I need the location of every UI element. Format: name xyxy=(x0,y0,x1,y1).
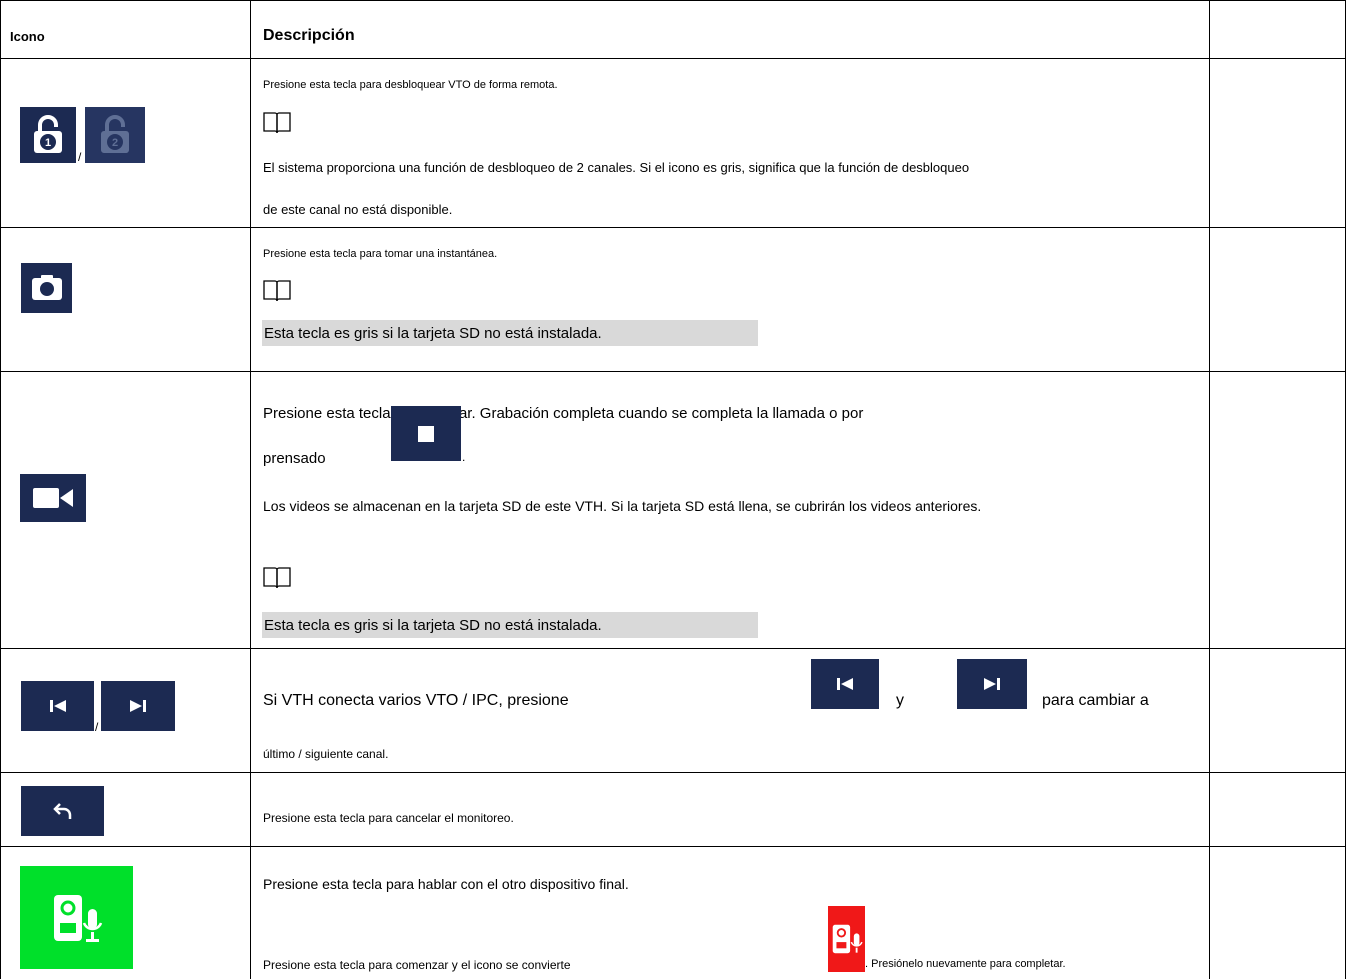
row-separator: / xyxy=(78,150,82,164)
row2-line1: Presione esta tecla para tomar una insta… xyxy=(263,248,498,260)
table-border xyxy=(0,0,1346,1)
table-border xyxy=(1209,0,1210,979)
table-border xyxy=(250,0,251,979)
header-icon: Icono xyxy=(10,29,45,44)
note-book-icon xyxy=(263,112,291,134)
row1-line3: de este canal no está disponible. xyxy=(263,202,453,217)
row3-line1: Presione esta tecla para grabar. Grabaci… xyxy=(263,405,864,422)
stop-square xyxy=(418,425,434,442)
svg-text:1: 1 xyxy=(45,137,51,149)
video-record-icon[interactable] xyxy=(20,474,86,522)
row3-period: . xyxy=(462,450,466,464)
row3-line4: Esta tecla es gris si la tarjeta SD no e… xyxy=(264,617,602,634)
header-description: Descripción xyxy=(263,27,355,44)
table-border xyxy=(0,227,1346,228)
row4-line2: para cambiar a xyxy=(1042,692,1149,709)
talk-icon[interactable] xyxy=(20,866,133,969)
next-icon[interactable] xyxy=(957,659,1027,709)
table-border xyxy=(0,846,1346,847)
row-separator: / xyxy=(95,720,99,734)
row5-line1: Presione esta tecla para cancelar el mon… xyxy=(263,811,514,825)
camera-icon[interactable] xyxy=(21,263,72,313)
talking-icon[interactable] xyxy=(828,906,865,972)
row6-line2: Presione esta tecla para comenzar y el i… xyxy=(263,958,571,972)
next-icon[interactable] xyxy=(101,681,175,731)
note-book-icon xyxy=(263,280,291,302)
row3-line3: Los videos se almacenan en la tarjeta SD… xyxy=(263,498,982,514)
row2-line2: Esta tecla es gris si la tarjeta SD no e… xyxy=(264,325,602,342)
row1-line1: Presione esta tecla para desbloquear VTO… xyxy=(263,79,558,91)
row4-line1: Si VTH conecta varios VTO / IPC, presion… xyxy=(263,692,569,709)
row6-line1: Presione esta tecla para hablar con el o… xyxy=(263,876,629,892)
unlock-1-icon[interactable]: 1 xyxy=(20,107,76,163)
previous-icon[interactable] xyxy=(21,681,94,731)
table-border xyxy=(0,371,1346,372)
icon-description-table xyxy=(0,0,1346,979)
row4-y: y xyxy=(896,692,904,709)
table-border xyxy=(0,0,1,979)
row3-prensado: prensado xyxy=(263,450,326,467)
back-icon[interactable] xyxy=(21,786,104,836)
row4-line3: último / siguiente canal. xyxy=(263,747,389,761)
table-border xyxy=(0,58,1346,59)
table-border xyxy=(0,648,1346,649)
row1-line2: El sistema proporciona una función de de… xyxy=(263,160,970,175)
unlock-2-icon[interactable]: 2 xyxy=(85,107,145,163)
svg-text:2: 2 xyxy=(112,137,118,149)
stop-icon[interactable] xyxy=(391,406,461,461)
row6-line3: . Presiónelo nuevamente para completar. xyxy=(865,958,1066,970)
previous-icon[interactable] xyxy=(811,659,879,709)
note-book-icon xyxy=(263,567,291,589)
table-border xyxy=(0,772,1346,773)
